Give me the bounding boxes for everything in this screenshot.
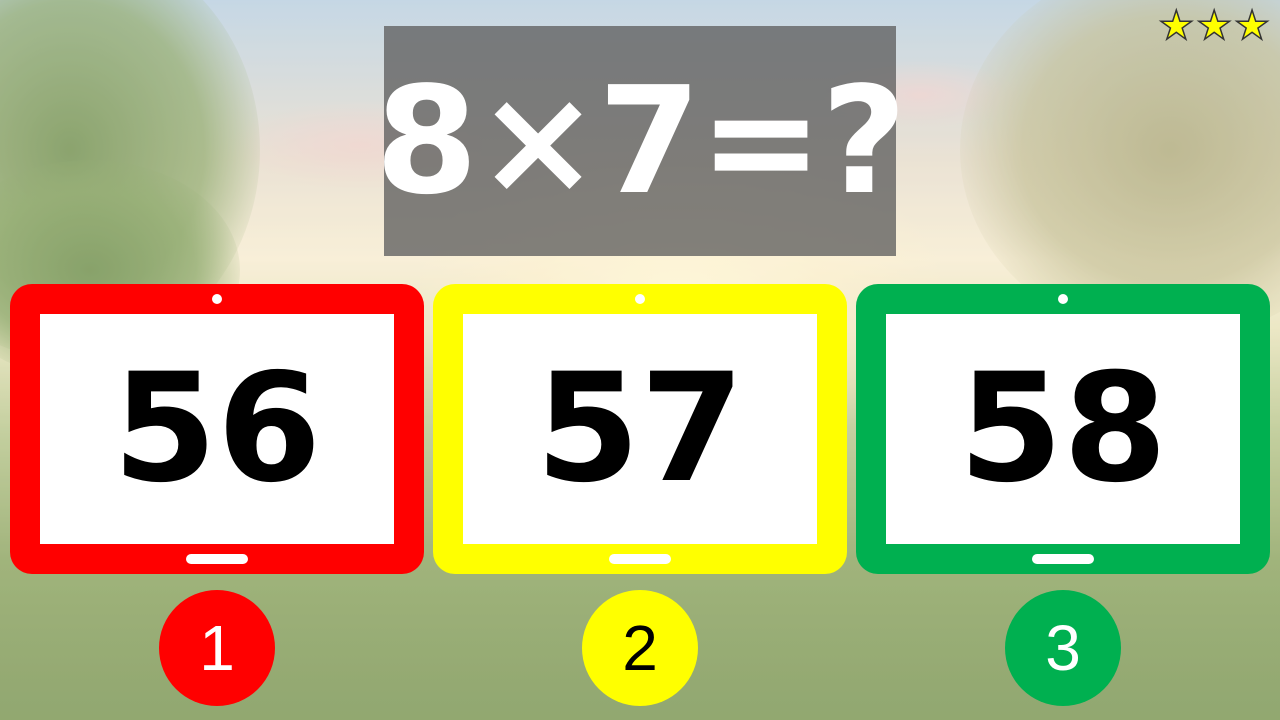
answer-option-3[interactable]: 58 xyxy=(856,284,1270,574)
answer-value: 58 xyxy=(958,342,1168,516)
option-badge-2[interactable]: 2 xyxy=(582,590,698,706)
tablet-home-button-icon xyxy=(609,554,671,564)
answer-option-1[interactable]: 56 xyxy=(10,284,424,574)
tablet-camera-icon xyxy=(212,294,222,304)
option-badge-1[interactable]: 1 xyxy=(159,590,275,706)
answer-option-2[interactable]: 57 xyxy=(433,284,847,574)
tablet-screen: 58 xyxy=(886,314,1240,544)
tablet-camera-icon xyxy=(635,294,645,304)
answer-value: 57 xyxy=(535,342,745,516)
tablet-screen: 56 xyxy=(40,314,394,544)
tablet-camera-icon xyxy=(1058,294,1068,304)
question-text: 8×7=? xyxy=(375,55,907,227)
option-badge-3[interactable]: 3 xyxy=(1005,590,1121,706)
tablet-home-button-icon xyxy=(186,554,248,564)
tablet-screen: 57 xyxy=(463,314,817,544)
game-scene: ★★★ 8×7=? 56 1 57 2 58 3 xyxy=(0,0,1280,720)
tablet-home-button-icon xyxy=(1032,554,1094,564)
question-panel: 8×7=? xyxy=(375,26,907,256)
answer-value: 56 xyxy=(112,342,322,516)
star-icon: ★★★ xyxy=(1158,3,1272,49)
